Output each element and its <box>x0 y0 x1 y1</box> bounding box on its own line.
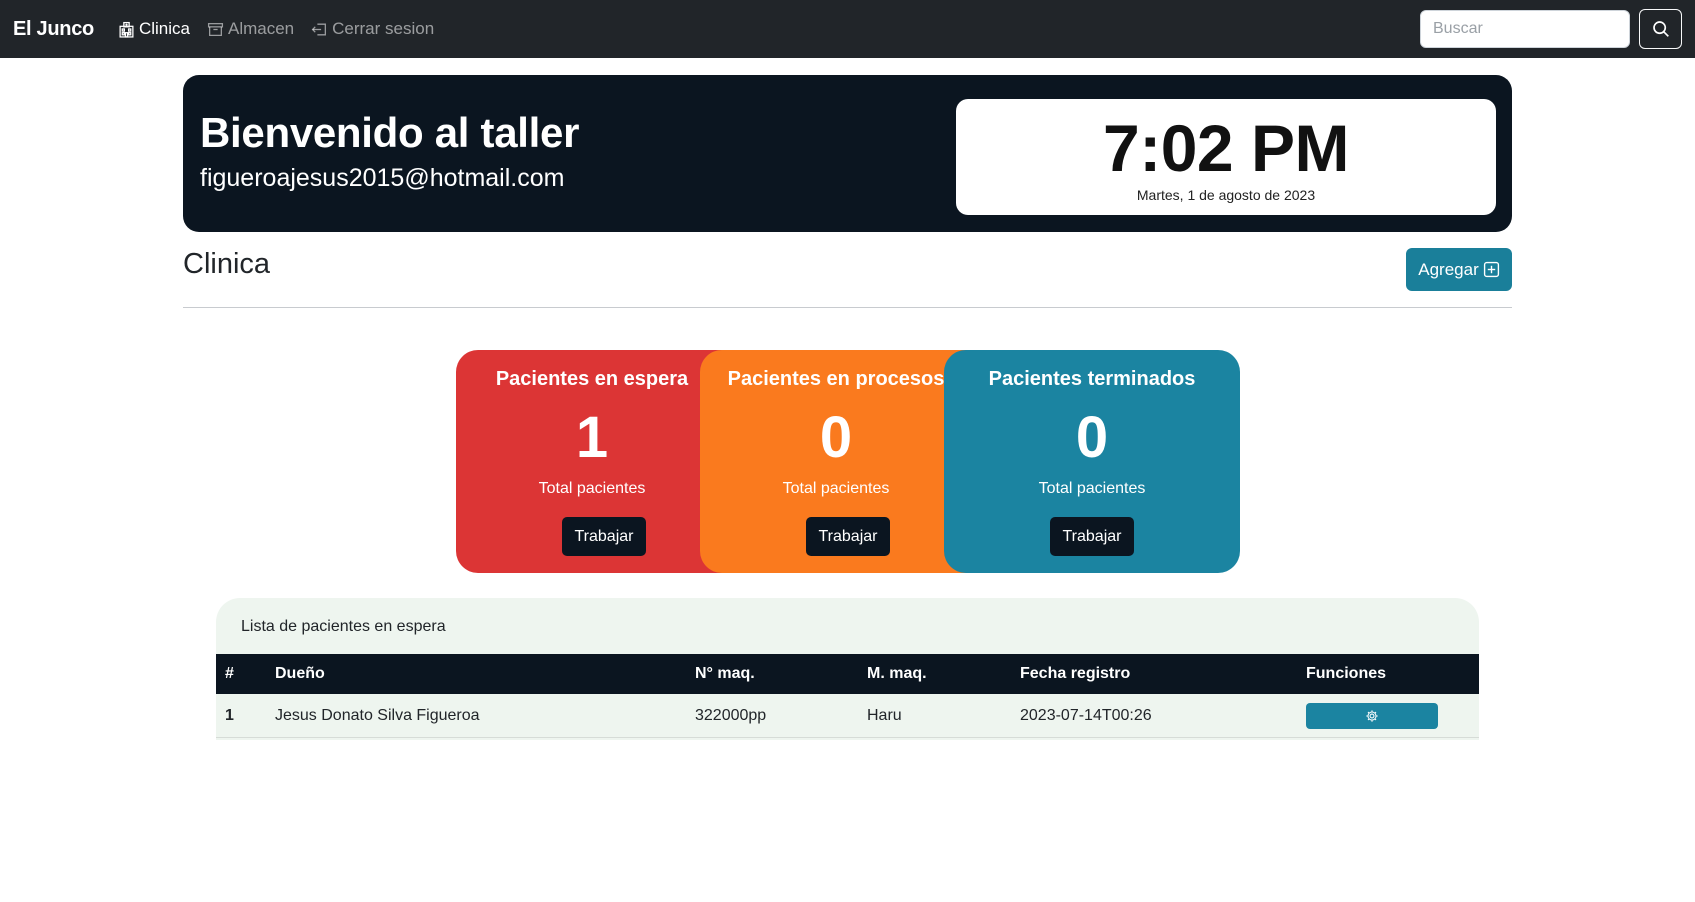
nav-item-label: Cerrar sesion <box>332 19 435 38</box>
search-icon <box>1652 21 1669 37</box>
trabajar-button[interactable]: Trabajar <box>806 517 890 556</box>
trabajar-button[interactable]: Trabajar <box>1050 517 1134 556</box>
settings-button[interactable] <box>1306 702 1438 729</box>
table-row: 1 Jesus Donato Silva Figueroa 322000pp H… <box>216 694 1479 738</box>
machine-model-cell: Haru <box>867 706 902 724</box>
clock-panel: 7:02 PM Martes, 1 de agosto de 2023 <box>956 99 1496 215</box>
clock-time: 7:02 PM <box>1103 111 1349 185</box>
top-navbar: El Junco Clinica Almacen Cerrar sesion <box>0 0 1695 58</box>
card-count: 0 <box>819 405 853 470</box>
plus-square-icon <box>1483 261 1499 278</box>
date-cell: 2023-07-14T00:26 <box>1020 706 1152 724</box>
clock-date: Martes, 1 de agosto de 2023 <box>1136 187 1316 203</box>
brand-logo[interactable]: El Junco <box>13 18 94 41</box>
column-header: Dueño <box>275 665 325 682</box>
card-subtitle: Total pacientes <box>782 480 890 497</box>
owner-cell: Jesus Donato Silva Figueroa <box>275 706 480 724</box>
column-header: # <box>225 665 234 682</box>
row-number: 1 <box>225 706 234 724</box>
nav-item-label: Clinica <box>138 19 190 38</box>
table-header: # Dueño N° maq. M. maq. Fecha registro F… <box>216 654 1479 694</box>
card-subtitle: Total pacientes <box>538 480 646 497</box>
patients-waiting-panel: Lista de pacientes en espera # Dueño N° … <box>216 598 1479 740</box>
card-title: Pacientes terminados <box>988 368 1196 390</box>
logout-icon <box>311 23 327 35</box>
column-header: N° maq. <box>695 665 755 682</box>
welcome-banner: Bienvenido al taller figueroajesus2015@h… <box>183 75 1512 232</box>
panel-title: Lista de pacientes en espera <box>241 618 446 635</box>
card-title: Pacientes en procesos <box>727 368 945 390</box>
machine-number-cell: 322000pp <box>695 706 767 724</box>
trabajar-button[interactable]: Trabajar <box>562 517 646 556</box>
card-title: Pacientes en espera <box>495 368 689 390</box>
add-button-label: Agregar <box>1418 259 1479 279</box>
user-email: figueroajesus2015@hotmail.com <box>200 164 565 192</box>
card-pacientes-terminados: Pacientes terminados 0 Total pacientes T… <box>944 350 1240 573</box>
column-header: Fecha registro <box>1020 665 1131 682</box>
search-button[interactable] <box>1639 9 1682 49</box>
functions-cell <box>1306 694 1438 737</box>
gear-icon <box>1366 709 1378 722</box>
nav-item-cerrar-sesion[interactable]: Cerrar sesion <box>311 19 434 39</box>
card-count: 0 <box>1075 405 1109 470</box>
nav-item-almacen[interactable]: Almacen <box>207 19 294 39</box>
hospital-icon <box>119 21 134 38</box>
search-form <box>1420 9 1682 49</box>
search-input[interactable] <box>1420 10 1630 48</box>
nav-item-clinica[interactable]: Clinica <box>118 19 190 39</box>
divider <box>183 307 1512 308</box>
welcome-title: Bienvenido al taller <box>200 109 580 156</box>
nav-item-label: Almacen <box>227 19 295 38</box>
page-title: Clinica <box>183 248 271 280</box>
card-count: 1 <box>575 405 609 470</box>
column-header: M. maq. <box>867 665 927 682</box>
column-header: Funciones <box>1306 665 1387 682</box>
archive-icon <box>207 22 224 36</box>
card-subtitle: Total pacientes <box>1038 480 1146 497</box>
add-button[interactable]: Agregar <box>1406 248 1512 291</box>
